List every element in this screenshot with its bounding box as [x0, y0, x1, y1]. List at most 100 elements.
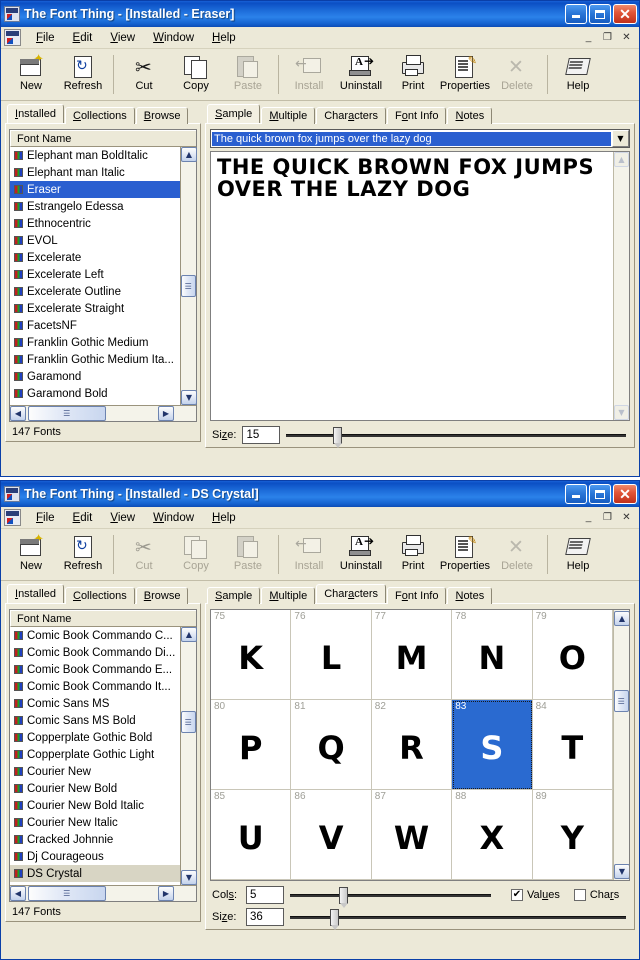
tab-collections[interactable]: Collections — [64, 107, 135, 124]
font-list-item[interactable]: Franklin Gothic Medium Ita... — [10, 351, 196, 368]
font-list-item[interactable]: Dj Courageous — [10, 848, 196, 865]
character-cell[interactable]: 82 R — [371, 700, 453, 790]
font-list-hscrollbar[interactable]: ◀ ☰ ▶ — [10, 885, 196, 901]
character-cell[interactable]: 87 W — [371, 790, 453, 880]
font-list-item[interactable]: Cracked Johnnie — [10, 831, 196, 848]
font-list[interactable]: Font Name Elephant man BoldItalic Elephan… — [9, 129, 197, 422]
mdi-minimize-button[interactable]: _ — [580, 30, 597, 45]
font-list-item[interactable]: Excelerate Straight — [10, 300, 196, 317]
font-thing-window-2[interactable]: The Font Thing - [Installed - DS Crystal… — [0, 480, 640, 960]
font-list-item[interactable]: Excelerate — [10, 249, 196, 266]
font-list-rows[interactable]: Elephant man BoldItalic Elephant man Ital… — [10, 147, 196, 421]
toolbar-copy-button[interactable]: Copy — [170, 51, 222, 100]
character-cell[interactable]: 77 M — [371, 610, 453, 700]
character-cell[interactable]: 83 S — [452, 700, 533, 790]
font-list-item[interactable]: Estrangelo Edessa — [10, 198, 196, 215]
size-input[interactable]: 15 — [242, 426, 281, 444]
mdi-restore-button[interactable]: ❐ — [599, 30, 616, 45]
font-list-item[interactable]: Elephant man BoldItalic — [10, 147, 196, 164]
menu-help[interactable]: Help — [203, 30, 245, 46]
hscroll-thumb[interactable]: ☰ — [28, 886, 106, 901]
font-list-vscrollbar[interactable]: ▲ ☰ ▼ — [180, 147, 197, 405]
menu-window[interactable]: Window — [144, 30, 203, 46]
scroll-down-arrow-icon[interactable]: ▼ — [181, 390, 197, 405]
tab-font-info[interactable]: Font Info — [387, 587, 447, 604]
toolbar-refresh-button[interactable]: Refresh — [57, 531, 109, 580]
font-list-item[interactable]: Eraser — [10, 181, 196, 198]
font-list[interactable]: Font Name Comic Book Commando C... Comic … — [9, 609, 197, 902]
character-cell[interactable]: 84 T — [532, 700, 613, 790]
toolbar-print-button[interactable]: Print — [387, 531, 439, 580]
character-cell[interactable]: 86 V — [291, 790, 372, 880]
toolbar-properties-button[interactable]: ✎ Properties — [439, 531, 491, 580]
character-cell[interactable]: 79 O — [532, 610, 613, 700]
values-checkbox[interactable]: ✔ Values — [511, 889, 560, 901]
font-list-item[interactable]: DS Crystal — [10, 865, 196, 882]
tab-sample[interactable]: Sample — [207, 104, 261, 123]
character-map-grid-container[interactable]: 75 K 76 L 77 M 78 N 79 O 80 P 81 Q 82 R 83 S 84 T 85 U 86 V 87 W 8… — [210, 609, 630, 881]
mdi-child-icon[interactable] — [4, 509, 21, 526]
font-list-item[interactable]: Courier New — [10, 763, 196, 780]
toolbar-refresh-button[interactable]: Refresh — [57, 51, 109, 100]
cols-slider-thumb[interactable] — [339, 886, 348, 908]
scroll-right-arrow-icon[interactable]: ▶ — [158, 406, 174, 421]
tab-collections[interactable]: Collections — [64, 587, 135, 604]
cols-slider[interactable] — [290, 886, 495, 908]
font-list-header[interactable]: Font Name — [10, 130, 196, 147]
maximize-button[interactable] — [589, 484, 611, 504]
minimize-button[interactable] — [565, 4, 587, 24]
font-list-item[interactable]: Garamond — [10, 368, 196, 385]
char-vscroll-thumb[interactable]: ☰ — [614, 690, 629, 712]
toolbar-cut-button[interactable]: Cut — [118, 51, 170, 100]
character-cell[interactable]: 81 Q — [291, 700, 372, 790]
toolbar-new-button[interactable]: ✦ New — [5, 531, 57, 580]
character-cell[interactable]: 76 L — [291, 610, 372, 700]
menu-view[interactable]: View — [101, 30, 144, 46]
sample-preview-area[interactable]: The quick brown fox jumps over the lazy … — [210, 151, 630, 421]
mdi-close-button[interactable]: ✕ — [618, 30, 635, 45]
font-list-item[interactable]: Comic Book Commando E... — [10, 661, 196, 678]
mdi-close-button[interactable]: ✕ — [618, 510, 635, 525]
close-button[interactable]: ✕ — [613, 484, 637, 504]
character-cell[interactable]: 75 K — [211, 610, 292, 700]
tab-sample[interactable]: Sample — [207, 587, 261, 604]
chevron-down-icon[interactable]: ▼ — [612, 130, 629, 147]
font-list-item[interactable]: Courier New Bold Italic — [10, 797, 196, 814]
chars-checkbox-box[interactable] — [573, 889, 586, 901]
font-list-item[interactable]: Elephant man Italic — [10, 164, 196, 181]
toolbar-help-button[interactable]: Help — [552, 51, 604, 100]
menu-view[interactable]: View — [101, 510, 144, 526]
window-2-titlebar[interactable]: The Font Thing - [Installed - DS Crystal… — [1, 481, 639, 507]
window-1-titlebar[interactable]: The Font Thing - [Installed - Eraser] ✕ — [1, 1, 639, 27]
mdi-child-icon[interactable] — [4, 29, 21, 46]
toolbar-properties-button[interactable]: ✎ Properties — [439, 51, 491, 100]
tab-notes[interactable]: Notes — [447, 587, 493, 604]
tab-characters[interactable]: Characters — [316, 107, 387, 124]
character-cell[interactable]: 88 X — [452, 790, 533, 880]
chars-checkbox[interactable]: Chars — [573, 889, 619, 901]
maximize-button[interactable] — [589, 4, 611, 24]
scroll-down-arrow-icon[interactable]: ▼ — [614, 405, 629, 420]
close-button[interactable]: ✕ — [613, 4, 637, 24]
character-cell[interactable]: 80 P — [211, 700, 292, 790]
font-list-item[interactable]: Franklin Gothic Medium — [10, 334, 196, 351]
tab-characters[interactable]: Characters — [316, 584, 387, 603]
toolbar-print-button[interactable]: Print — [387, 51, 439, 100]
menu-edit[interactable]: Edit — [64, 30, 102, 46]
font-list-item[interactable]: Comic Book Commando Di... — [10, 644, 196, 661]
scroll-up-arrow-icon[interactable]: ▲ — [181, 147, 197, 162]
mdi-restore-button[interactable]: ❐ — [599, 510, 616, 525]
values-checkbox-box[interactable]: ✔ — [511, 889, 523, 901]
menu-help[interactable]: Help — [203, 510, 245, 526]
tab-multiple[interactable]: Multiple — [261, 107, 316, 124]
toolbar-uninstall-button[interactable]: A ➔ Uninstall — [335, 51, 387, 100]
scroll-up-arrow-icon[interactable]: ▲ — [181, 627, 197, 642]
tab-font-info[interactable]: Font Info — [387, 107, 447, 124]
tab-browse[interactable]: Browse — [135, 107, 189, 124]
font-list-item[interactable]: Comic Sans MS Bold — [10, 712, 196, 729]
font-list-item[interactable]: Excelerate Left — [10, 266, 196, 283]
font-list-header[interactable]: Font Name — [10, 610, 196, 627]
menu-edit[interactable]: Edit — [64, 510, 102, 526]
character-cell[interactable]: 89 Y — [532, 790, 613, 880]
mdi-minimize-button[interactable]: _ — [580, 510, 597, 525]
